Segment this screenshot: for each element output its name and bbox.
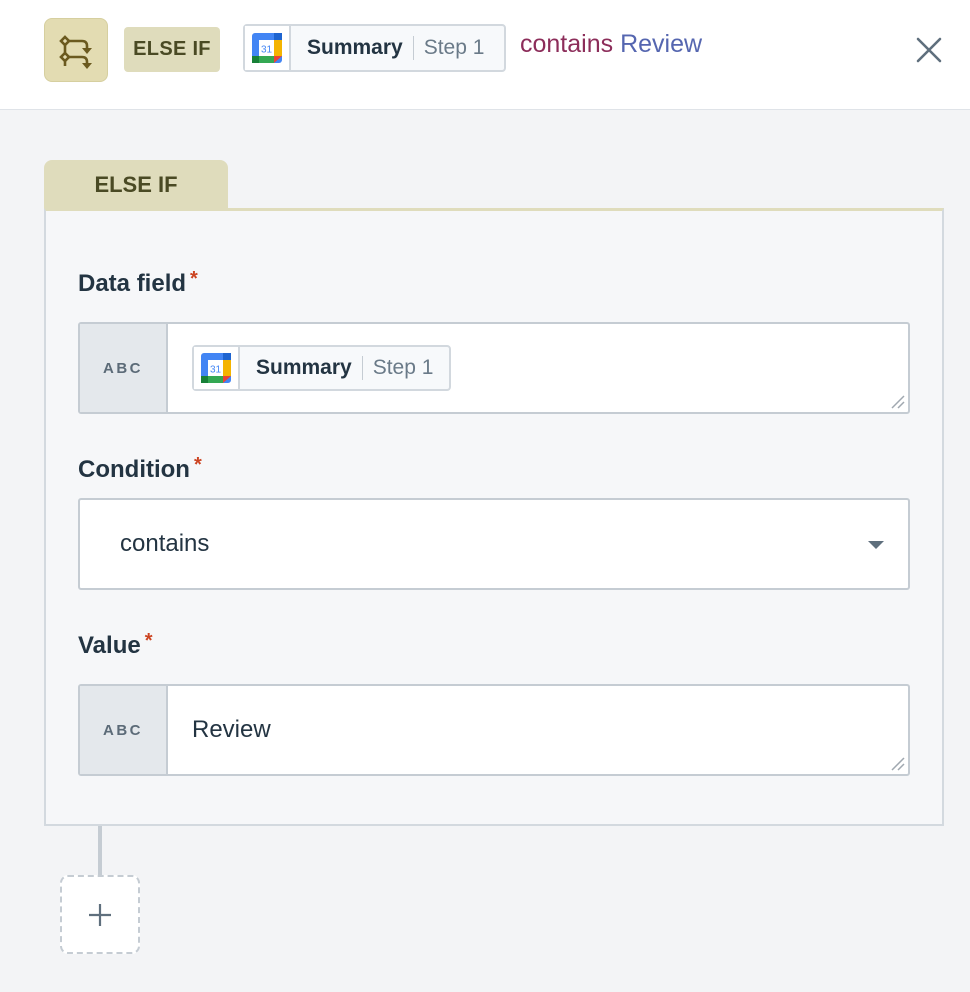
value-label-text: Value xyxy=(78,632,141,659)
close-button[interactable] xyxy=(913,34,945,66)
chevron-down-icon xyxy=(868,541,884,549)
plus-icon xyxy=(89,903,111,926)
branch-condition-icon xyxy=(44,18,108,82)
required-marker: * xyxy=(144,630,153,652)
value-label: Value * xyxy=(78,630,153,660)
google-calendar-icon: 31 xyxy=(194,347,240,389)
resize-handle-icon[interactable] xyxy=(889,755,905,771)
summary-condition: contains xyxy=(520,30,614,58)
value-input[interactable]: ABC Review xyxy=(78,684,910,776)
value-text[interactable]: Review xyxy=(192,716,271,744)
flow-connector xyxy=(98,826,102,876)
text-type-indicator: ABC xyxy=(80,686,168,774)
data-field-input[interactable]: ABC 31 Summary Step 1 xyxy=(78,322,910,414)
calendar-day: 31 xyxy=(261,45,273,56)
condition-summary: contains Review xyxy=(520,30,702,59)
pill-field-name: Summary xyxy=(307,36,403,59)
resize-handle-icon[interactable] xyxy=(889,393,905,409)
condition-select[interactable]: contains xyxy=(78,498,910,590)
step-header: ELSE IF 31 Summary Step 1 contains Revie… xyxy=(0,0,970,110)
condition-label-text: Condition xyxy=(78,456,190,483)
else-if-badge: ELSE IF xyxy=(124,27,220,72)
data-field-label: Data field * xyxy=(78,268,198,298)
add-step-button[interactable] xyxy=(60,875,140,954)
calendar-day: 31 xyxy=(210,365,222,376)
condition-label: Condition * xyxy=(78,454,202,484)
data-field-label-text: Data field xyxy=(78,270,187,297)
pill-separator xyxy=(412,36,414,60)
required-marker: * xyxy=(190,268,198,290)
pill-step-label: Step 1 xyxy=(372,356,434,379)
pill-field-name: Summary xyxy=(256,356,352,379)
required-marker: * xyxy=(193,454,202,476)
condition-selected-value: contains xyxy=(120,530,210,557)
google-calendar-icon: 31 xyxy=(245,26,291,70)
summary-value: Review xyxy=(620,30,703,58)
text-type-indicator: ABC xyxy=(80,324,168,412)
data-field-pill: 31 Summary Step 1 xyxy=(243,24,506,72)
close-icon xyxy=(916,37,942,63)
pill-separator xyxy=(361,356,363,380)
pill-step-label: Step 1 xyxy=(423,36,485,59)
data-field-pill[interactable]: 31 Summary Step 1 xyxy=(192,345,452,391)
else-if-tab[interactable]: ELSE IF xyxy=(44,160,228,210)
